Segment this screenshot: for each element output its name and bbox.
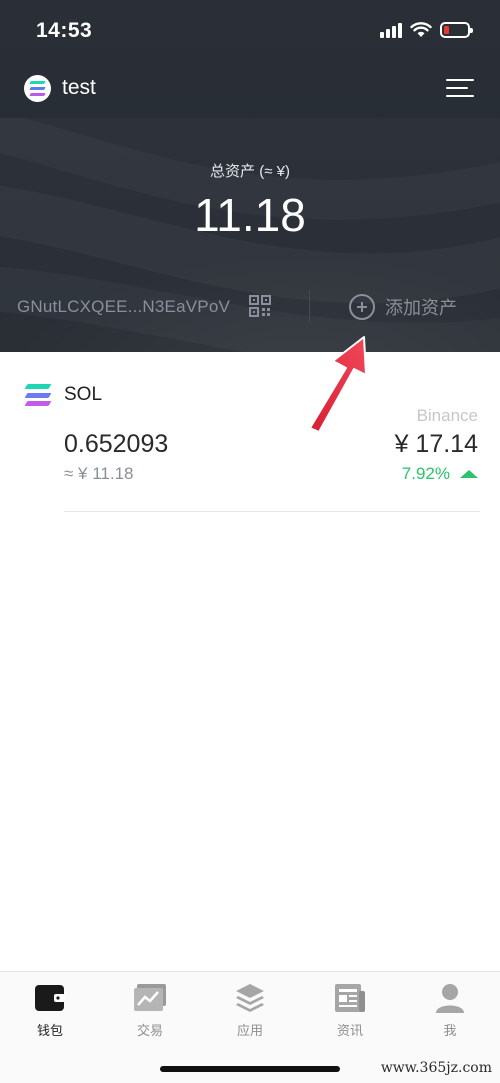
wallet-name[interactable]: test	[62, 76, 96, 100]
battery-icon	[440, 22, 473, 38]
vertical-divider	[309, 290, 310, 322]
menu-icon[interactable]	[446, 79, 474, 99]
trade-chart-icon	[133, 982, 167, 1014]
tab-label: 钱包	[36, 1023, 63, 1038]
status-bar: 14:53	[0, 0, 500, 60]
watermark: www.365jz.com	[380, 1060, 492, 1076]
up-arrow-icon	[460, 470, 478, 478]
home-indicator	[160, 1066, 340, 1072]
layers-icon	[233, 982, 267, 1014]
status-time: 14:53	[36, 19, 93, 42]
tab-label: 应用	[236, 1023, 263, 1038]
asset-symbol: SOL	[64, 384, 103, 405]
wallet-header: 14:53 test 总资产 (≈ ¥) 11.18 GNutLCXQEE...…	[0, 0, 500, 352]
asset-change: 7.92%	[402, 464, 478, 484]
solana-wallet-logo-icon[interactable]	[24, 75, 51, 102]
wallet-address[interactable]: GNutLCXQEE...N3EaVPoV	[17, 297, 230, 317]
asset-amount: 0.652093	[64, 430, 169, 458]
solana-token-icon	[24, 384, 52, 406]
add-asset-button[interactable]: 添加资产	[349, 293, 457, 321]
user-icon	[433, 982, 467, 1014]
tab-wallet[interactable]: 钱包	[0, 972, 100, 1044]
tab-label: 资讯	[336, 1023, 363, 1038]
tab-news[interactable]: 资讯	[300, 972, 400, 1044]
cellular-signal-icon	[380, 22, 402, 38]
add-asset-label: 添加资产	[385, 298, 457, 318]
wallet-icon	[33, 982, 67, 1014]
address-row: GNutLCXQEE...N3EaVPoV 添加资产	[0, 286, 500, 330]
asset-exchange: Binance	[416, 406, 478, 425]
bottom-tab-bar: 钱包 交易 应用 资讯 我 www.365jz.com	[0, 971, 500, 1083]
tab-apps[interactable]: 应用	[200, 972, 300, 1044]
asset-price: ¥ 17.14	[394, 430, 478, 458]
asset-list-item[interactable]: SOL Binance 0.652093 ¥ 17.14 ≈ ¥ 11.18 7…	[0, 372, 500, 514]
status-icons	[380, 20, 473, 40]
total-assets-label: 总资产 (≈ ¥)	[210, 163, 290, 180]
row-divider	[64, 511, 480, 512]
tab-me[interactable]: 我	[400, 972, 500, 1044]
wifi-icon	[410, 22, 432, 37]
tab-trade[interactable]: 交易	[100, 972, 200, 1044]
asset-fiat-value: ≈ ¥ 11.18	[64, 464, 134, 483]
tab-label: 我	[443, 1023, 457, 1038]
add-circle-icon	[349, 294, 375, 320]
tab-label: 交易	[136, 1023, 163, 1038]
nav-bar: test	[0, 66, 500, 112]
asset-change-percent: 7.92%	[401, 464, 450, 483]
annotation-arrow-icon	[309, 336, 367, 433]
qr-code-icon[interactable]	[249, 295, 271, 317]
total-assets-value: 11.18	[194, 189, 306, 241]
newspaper-icon	[333, 982, 367, 1014]
